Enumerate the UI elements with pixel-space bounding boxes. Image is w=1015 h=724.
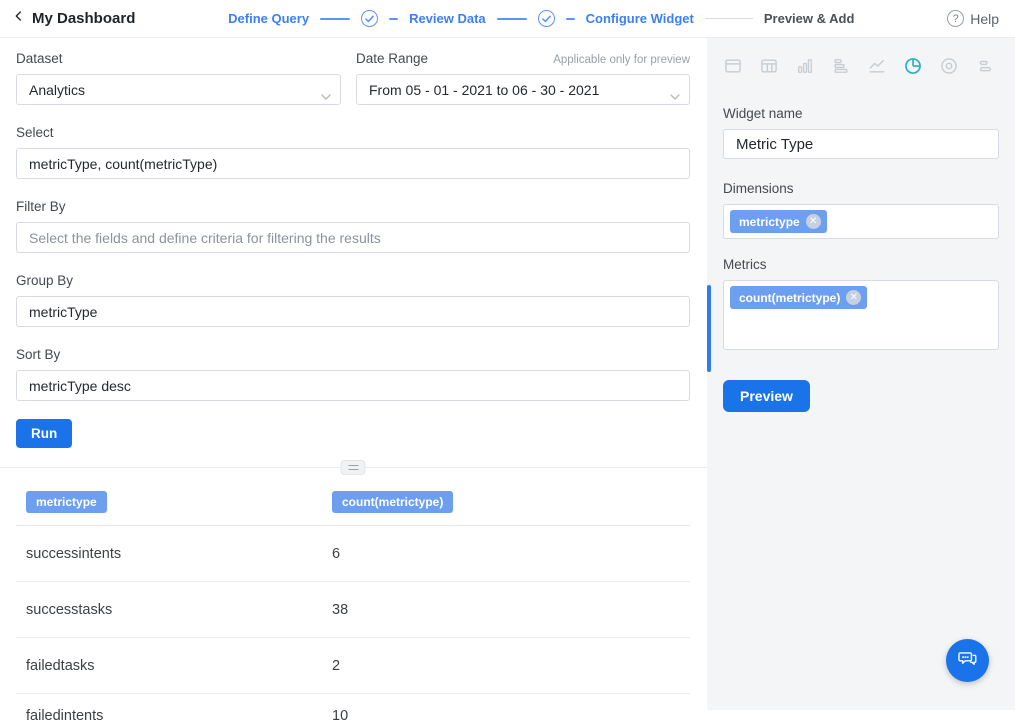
run-button[interactable]: Run [16,419,72,448]
column-chip-count: count(metrictype) [332,491,453,513]
remove-metric-icon[interactable]: ✕ [846,290,861,305]
step-define-query[interactable]: Define Query [228,11,309,26]
dataset-label: Dataset [16,51,341,66]
cell-count: 10 [332,708,680,724]
help-button[interactable]: ? Help [947,10,999,27]
dimension-chip-label: metrictype [739,215,800,229]
cell-count: 38 [332,602,680,618]
cell-metrictype: successintents [26,546,332,562]
stepper-connector [389,18,398,20]
sort-by-label: Sort By [16,347,690,362]
chat-icon [956,647,979,674]
step-preview-add[interactable]: Preview & Add [764,11,855,26]
chevron-down-icon [321,87,331,103]
pie-chart-widget-icon[interactable] [903,56,923,76]
step-review-data[interactable]: Review Data [409,11,486,26]
metrics-box[interactable]: count(metrictype) ✕ [723,280,999,350]
date-range-label: Date Range [356,51,428,66]
donut-chart-widget-icon[interactable] [939,56,959,76]
bar-chart-widget-icon[interactable] [795,56,815,76]
step-done-check-icon [538,10,555,27]
select-label: Select [16,125,690,140]
dimensions-box[interactable]: metrictype ✕ [723,204,999,239]
card-widget-icon[interactable] [723,56,743,76]
stepper-connector [497,18,527,20]
column-chip-metrictype: metrictype [26,491,107,513]
cell-count: 2 [332,658,680,674]
table-widget-icon[interactable] [759,56,779,76]
date-range-value: From 05 - 01 - 2021 to 06 - 30 - 2021 [369,82,599,98]
date-range-note: Applicable only for preview [553,54,690,66]
chat-fab-button[interactable] [946,639,989,682]
help-label: Help [970,11,999,27]
cell-metrictype: failedintents [26,708,332,724]
table-row: successintents 6 [16,526,690,582]
date-range-select[interactable]: From 05 - 01 - 2021 to 06 - 30 - 2021 [356,74,690,105]
table-row: failedintents 10 [16,694,690,724]
funnel-chart-widget-icon[interactable] [975,56,995,76]
step-configure-widget[interactable]: Configure Widget [586,11,694,26]
horizontal-bar-chart-widget-icon[interactable] [831,56,851,76]
back-chevron-icon [12,9,25,28]
resize-handle[interactable] [341,460,366,475]
cell-metrictype: successtasks [26,602,332,618]
widget-type-selector [723,56,999,76]
sort-by-input[interactable] [16,370,690,401]
metric-chip-label: count(metrictype) [739,291,840,305]
filter-by-input[interactable] [16,222,690,253]
preview-button[interactable]: Preview [723,380,810,412]
page-title: My Dashboard [32,10,135,27]
question-circle-icon: ? [947,10,964,27]
chevron-down-icon [670,87,680,103]
query-builder-panel: Dataset Analytics Date Range Applicable … [0,38,707,710]
panel-scrollbar[interactable] [707,285,711,372]
metric-chip: count(metrictype) ✕ [730,286,867,309]
group-by-label: Group By [16,273,690,288]
table-row: failedtasks 2 [16,638,690,694]
dimensions-label: Dimensions [723,181,999,196]
stepper-connector [705,18,753,20]
results-table: metrictype count(metrictype) successinte… [16,481,690,724]
widget-name-input[interactable] [723,129,999,159]
group-by-input[interactable] [16,296,690,327]
table-row: successtasks 38 [16,582,690,638]
wizard-stepper: Define Query Review Data Configure Widge… [135,10,947,27]
cell-count: 6 [332,546,680,562]
dataset-value: Analytics [29,82,85,98]
cell-metrictype: failedtasks [26,658,332,674]
results-divider [16,460,690,475]
results-table-header: metrictype count(metrictype) [16,481,690,526]
stepper-connector [320,18,350,20]
metrics-label: Metrics [723,257,999,272]
app-header: My Dashboard Define Query Review Data Co… [0,0,1015,38]
dataset-select[interactable]: Analytics [16,74,341,105]
step-done-check-icon [361,10,378,27]
widget-config-panel: Widget name Dimensions metrictype ✕ Metr… [707,38,1015,710]
widget-name-label: Widget name [723,106,999,121]
filter-by-label: Filter By [16,199,690,214]
select-input[interactable] [16,148,690,179]
dimension-chip: metrictype ✕ [730,210,827,233]
back-button[interactable]: My Dashboard [12,9,135,28]
remove-dimension-icon[interactable]: ✕ [806,214,821,229]
line-chart-widget-icon[interactable] [867,56,887,76]
stepper-connector [566,18,575,20]
